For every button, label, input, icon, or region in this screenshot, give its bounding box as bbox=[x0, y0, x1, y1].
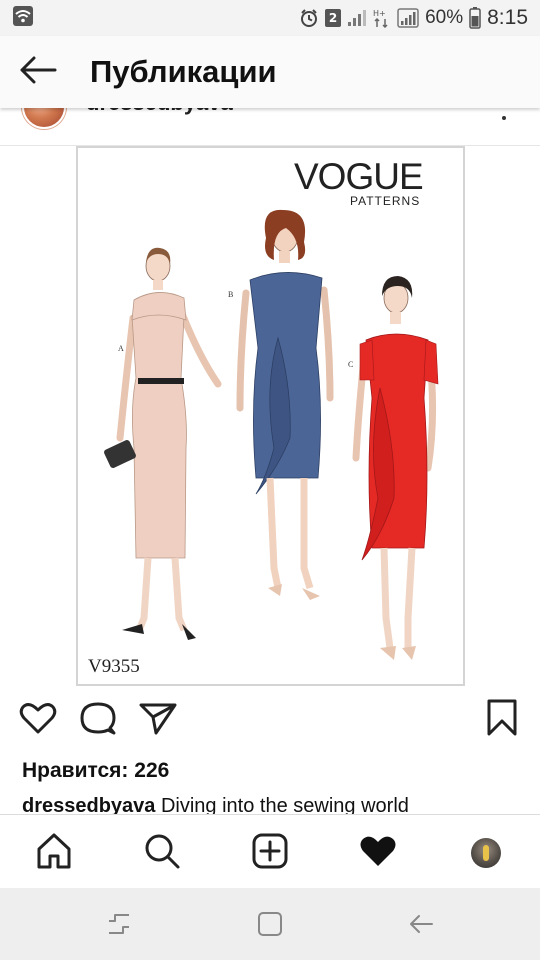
view-label-a: A bbox=[118, 344, 124, 353]
share-button[interactable] bbox=[138, 700, 178, 740]
page-title: Публикации bbox=[90, 54, 277, 89]
brand-title: VOGUE bbox=[294, 156, 424, 197]
battery-level: 60% bbox=[425, 7, 464, 28]
notification-badge: 2 bbox=[325, 9, 342, 27]
system-navigation-bar bbox=[0, 888, 540, 960]
battery-icon bbox=[469, 7, 481, 29]
nav-activity[interactable] bbox=[358, 833, 398, 873]
more-options-icon bbox=[502, 116, 506, 120]
cell-signal-icon bbox=[347, 9, 367, 27]
back-arrow-icon bbox=[408, 913, 434, 940]
nav-profile[interactable] bbox=[466, 833, 506, 873]
view-label-b: B bbox=[228, 290, 234, 299]
nav-home[interactable] bbox=[34, 833, 74, 873]
fashion-illustration bbox=[104, 209, 439, 660]
brand-subtitle: PATTERNS bbox=[350, 194, 421, 208]
home-square-icon bbox=[257, 911, 283, 942]
figure-a bbox=[104, 247, 222, 640]
post-image[interactable]: VOGUE PATTERNS A B C V9355 bbox=[76, 146, 465, 686]
back-button[interactable] bbox=[0, 36, 76, 108]
paper-plane-icon bbox=[139, 701, 177, 740]
save-button[interactable] bbox=[482, 699, 522, 742]
heart-filled-icon bbox=[359, 834, 397, 873]
pattern-number: V9355 bbox=[88, 656, 140, 677]
figure-b bbox=[236, 209, 334, 600]
bookmark-icon bbox=[486, 699, 518, 742]
home-icon bbox=[35, 832, 73, 875]
arrow-left-icon bbox=[19, 56, 57, 89]
back-system-button[interactable] bbox=[407, 912, 435, 940]
view-label-c: C bbox=[348, 360, 354, 369]
app-header: Публикации bbox=[0, 36, 540, 108]
profile-avatar bbox=[471, 838, 501, 868]
recent-apps-icon bbox=[106, 912, 132, 941]
home-system-button[interactable] bbox=[256, 911, 284, 942]
post-action-bar bbox=[0, 686, 540, 756]
cell-signal-icon-2 bbox=[397, 8, 419, 28]
comment-button[interactable] bbox=[78, 700, 118, 740]
status-bar: 2 H+ 60% 8:15 bbox=[0, 0, 540, 36]
network-h-plus-icon: H+ bbox=[373, 8, 391, 28]
comment-bubble-icon bbox=[80, 700, 116, 741]
search-icon bbox=[143, 832, 181, 875]
clock: 8:15 bbox=[487, 6, 528, 29]
heart-outline-icon bbox=[19, 701, 57, 740]
nav-search[interactable] bbox=[142, 833, 182, 873]
likes-count[interactable]: Нравится: 226 bbox=[22, 759, 169, 783]
bottom-navigation bbox=[0, 814, 540, 888]
plus-square-icon bbox=[251, 832, 289, 875]
wifi-icon bbox=[12, 5, 34, 32]
nav-new-post[interactable] bbox=[250, 833, 290, 873]
alarm-icon bbox=[299, 8, 319, 28]
network-type-label: H+ bbox=[373, 9, 386, 18]
like-button[interactable] bbox=[18, 700, 58, 740]
figure-c bbox=[352, 276, 439, 660]
recent-apps-button[interactable] bbox=[105, 912, 133, 940]
